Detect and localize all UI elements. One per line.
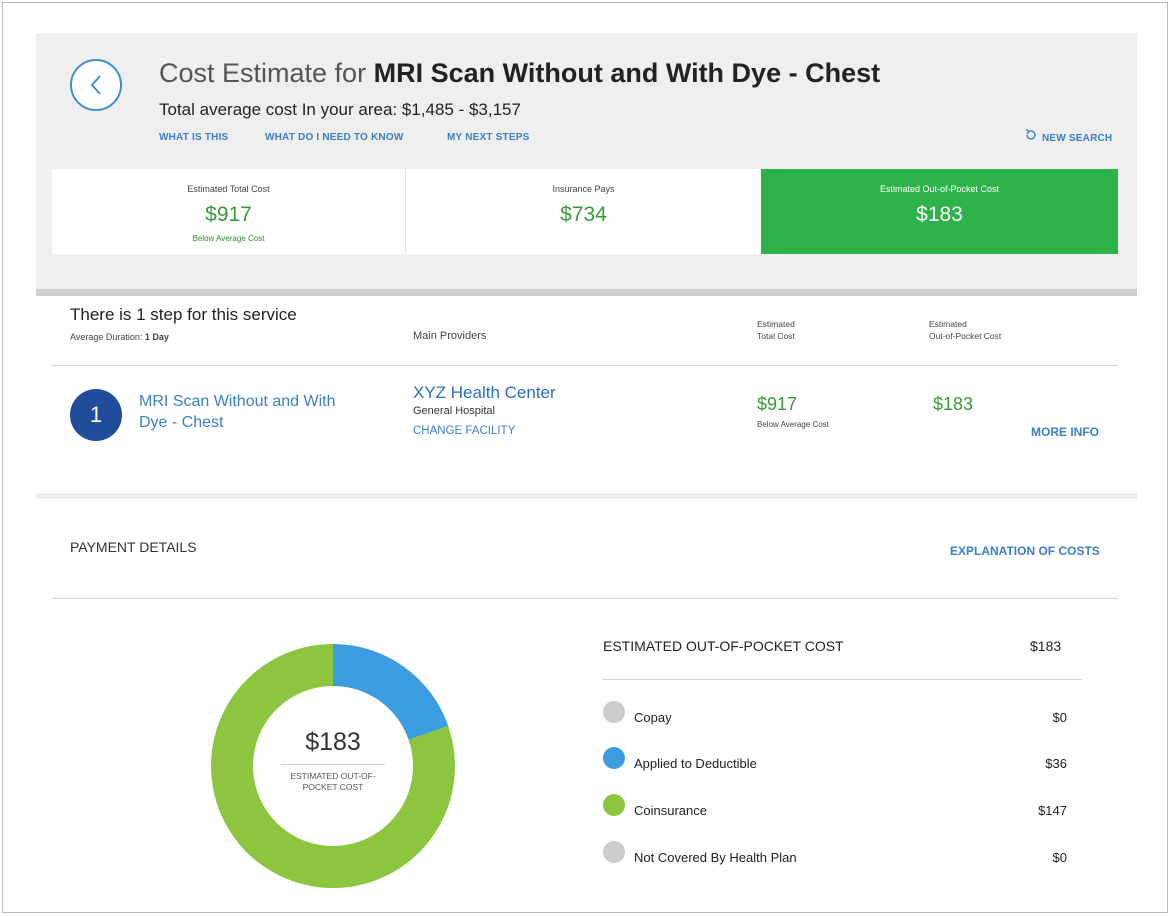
card-value: $183 bbox=[916, 203, 963, 226]
new-search-label: NEW SEARCH bbox=[1042, 133, 1113, 144]
payment-donut-chart bbox=[211, 644, 455, 888]
legend-value-coinsurance: $147 bbox=[1038, 803, 1067, 818]
provider-name-link[interactable]: XYZ Health Center bbox=[413, 383, 556, 403]
donut-slice-applied-to-deductible bbox=[332, 644, 449, 741]
step-total-cost-note: Below Average Cost bbox=[757, 420, 829, 429]
more-info-link[interactable]: MORE INFO bbox=[1031, 425, 1099, 439]
payment-details-title: PAYMENT DETAILS bbox=[70, 539, 197, 555]
insurance-pays-card: Insurance Pays $734 bbox=[406, 169, 761, 254]
explanation-of-costs-link[interactable]: EXPLANATION OF COSTS bbox=[950, 544, 1100, 558]
page-title: Cost Estimate for MRI Scan Without and W… bbox=[159, 58, 881, 88]
col-header-total-cost: Estimated Total Cost bbox=[757, 319, 795, 341]
my-next-steps-link[interactable]: MY NEXT STEPS bbox=[447, 132, 529, 143]
average-cost-range: Total average cost In your area: $1,485 … bbox=[159, 100, 521, 119]
step-total-cost: $917 bbox=[757, 394, 798, 414]
oop-breakdown-title: ESTIMATED OUT-OF-POCKET COST bbox=[603, 638, 844, 654]
donut-center-label: ESTIMATED OUT-OF-POCKET COST bbox=[290, 771, 376, 792]
card-label: Insurance Pays bbox=[552, 184, 615, 194]
legend-dot-coinsurance bbox=[603, 794, 625, 816]
legend-dot-copay bbox=[603, 701, 625, 723]
back-button[interactable] bbox=[70, 59, 122, 111]
divider bbox=[52, 598, 1118, 599]
step-number-badge: 1 bbox=[70, 389, 122, 441]
legend-dot-not-covered bbox=[603, 841, 625, 863]
oop-breakdown-total: $183 bbox=[1030, 638, 1062, 654]
col-header-main-providers: Main Providers bbox=[413, 330, 487, 342]
legend-label-coinsurance: Coinsurance bbox=[634, 803, 707, 818]
what-is-this-link[interactable]: WHAT IS THIS bbox=[159, 132, 228, 143]
legend-value-copay: $0 bbox=[1052, 710, 1067, 725]
what-do-i-need-to-know-link[interactable]: WHAT DO I NEED TO KNOW bbox=[265, 132, 403, 143]
summary-cards: Estimated Total Cost $917 Below Average … bbox=[52, 169, 1118, 254]
chevron-left-icon bbox=[90, 75, 101, 95]
legend-label-applied-to-deductible: Applied to Deductible bbox=[634, 756, 757, 771]
service-link[interactable]: MRI Scan Without and With Dye - Chest bbox=[139, 391, 369, 433]
legend-dot-applied-to-deductible bbox=[603, 747, 625, 769]
col-header-oop-cost: Estimated Out-of-Pocket Cost bbox=[929, 319, 1002, 341]
out-of-pocket-card: Estimated Out-of-Pocket Cost $183 bbox=[761, 169, 1118, 254]
step-oop-cost: $183 bbox=[933, 394, 974, 414]
card-value: $917 bbox=[205, 203, 252, 226]
donut-center-value: $183 bbox=[305, 728, 361, 756]
header-divider bbox=[36, 289, 1137, 296]
legend-label-copay: Copay bbox=[634, 710, 672, 725]
donut-center-divider bbox=[281, 764, 385, 765]
section-separator bbox=[36, 493, 1137, 499]
legend-label-not-covered: Not Covered By Health Plan bbox=[634, 850, 797, 865]
legend-value-applied-to-deductible: $36 bbox=[1045, 756, 1067, 771]
refresh-icon bbox=[1025, 128, 1036, 140]
divider bbox=[52, 365, 1118, 366]
average-duration: Average Duration: 1 Day bbox=[70, 332, 169, 342]
change-facility-link[interactable]: CHANGE FACILITY bbox=[413, 425, 515, 437]
estimated-total-cost-card: Estimated Total Cost $917 Below Average … bbox=[52, 169, 406, 254]
card-label: Estimated Out-of-Pocket Cost bbox=[879, 184, 1000, 194]
divider bbox=[603, 679, 1082, 680]
card-note: Below Average Cost bbox=[192, 234, 265, 243]
provider-type: General Hospital bbox=[413, 405, 495, 417]
legend-value-not-covered: $0 bbox=[1052, 850, 1067, 865]
card-label: Estimated Total Cost bbox=[187, 184, 270, 194]
steps-title: There is 1 step for this service bbox=[70, 305, 297, 324]
card-value: $734 bbox=[560, 203, 607, 226]
